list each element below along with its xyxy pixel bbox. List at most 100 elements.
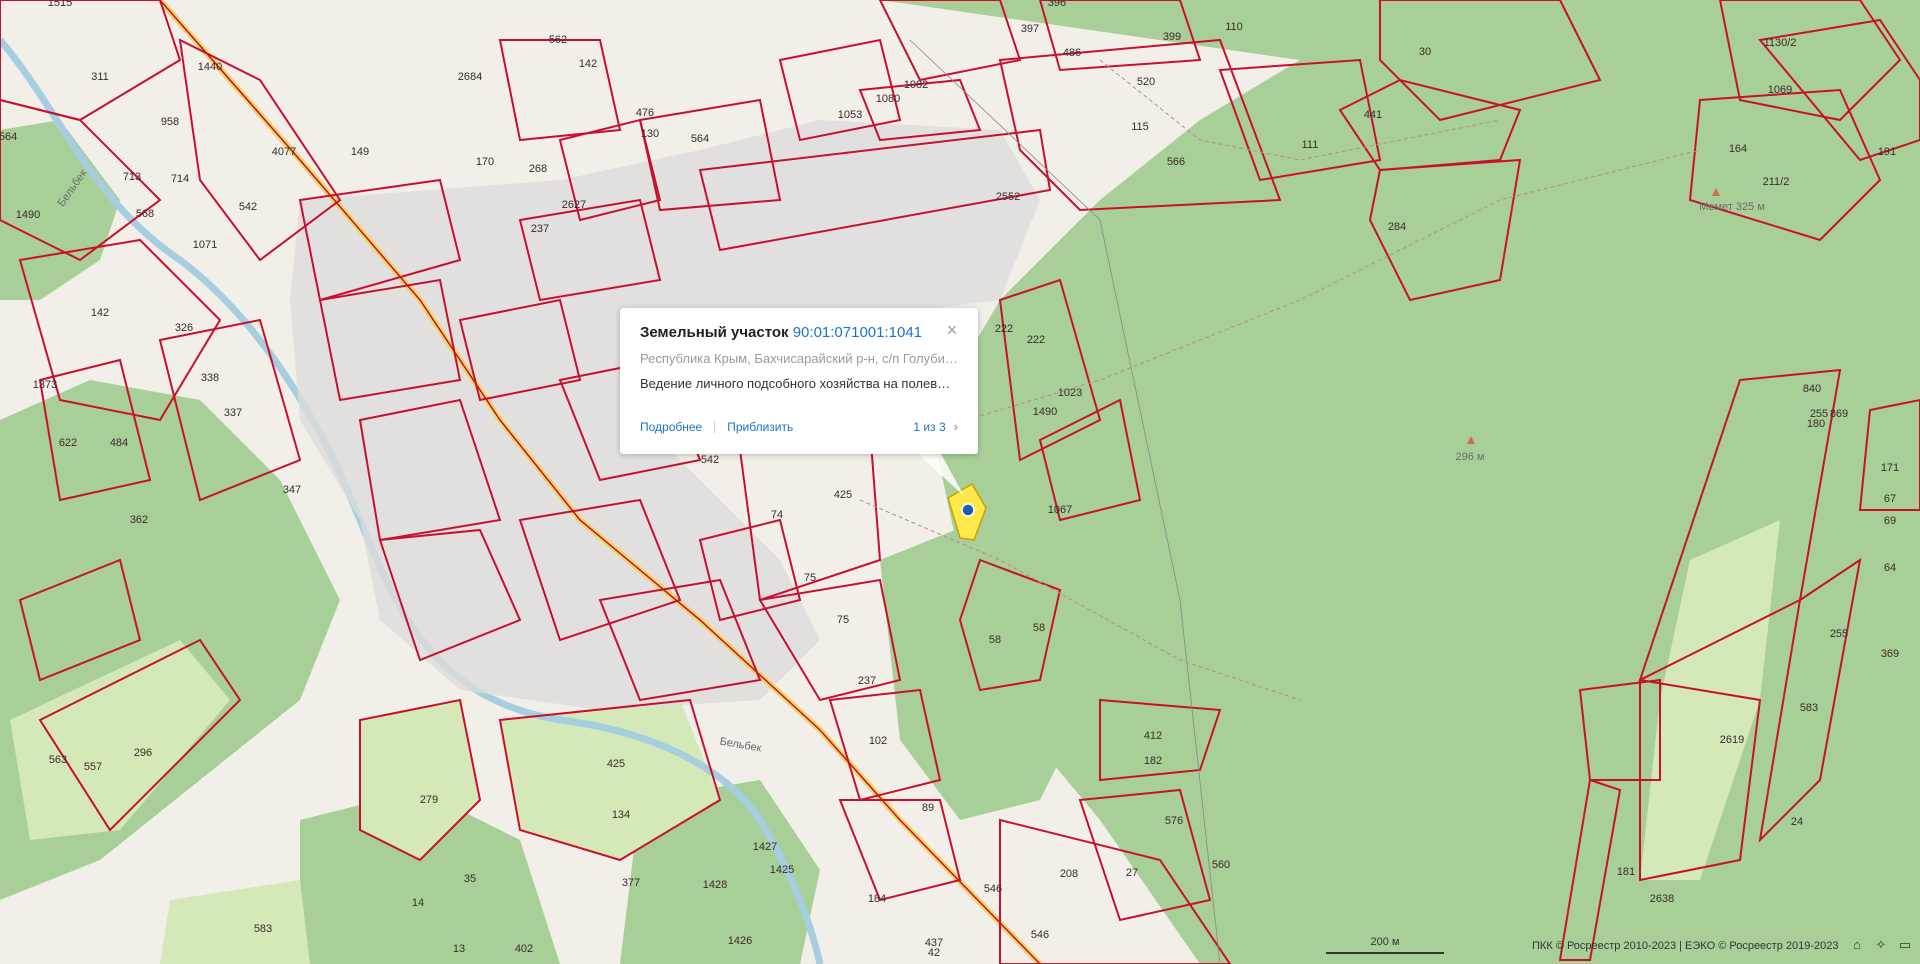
parcel-label: 171 xyxy=(1881,462,1899,474)
parcel-label: 1080 xyxy=(876,93,900,105)
parcel-label: 4077 xyxy=(272,146,296,158)
popup-pager[interactable]: 1 из 3 › xyxy=(913,419,958,434)
parcel-label: 520 xyxy=(1137,76,1155,88)
cadastral-map[interactable]: 1515 1440 311 958 713 714 542 568 1071 1490 564 407… xyxy=(0,0,1920,964)
parcel-label: 1490 xyxy=(1033,406,1057,418)
selected-parcel-marker[interactable] xyxy=(961,503,975,517)
parcel-label: 35 xyxy=(464,873,476,885)
parcel-label: 237 xyxy=(858,675,876,687)
parcel-label: 222 xyxy=(1027,334,1045,346)
parcel-label: 713 xyxy=(123,171,141,183)
parcel-label: 958 xyxy=(161,116,179,128)
close-icon[interactable]: × xyxy=(944,321,960,339)
parcel-label: 182 xyxy=(1144,755,1162,767)
parcel-label: 2619 xyxy=(1720,734,1744,746)
parcel-label: 237 xyxy=(531,223,549,235)
parcel-label: 425 xyxy=(834,489,852,501)
popup-usage: Ведение личного подсобного хозяйства на … xyxy=(640,376,958,391)
parcel-label: 1067 xyxy=(1048,504,1072,516)
parcel-label: 14 xyxy=(412,897,424,909)
parcel-label: 566 xyxy=(1167,156,1185,168)
parcel-label: 1425 xyxy=(770,864,794,876)
parcel-label: 396 xyxy=(1048,0,1066,9)
locate-icon[interactable]: ✧ xyxy=(1874,938,1888,952)
parcel-label: 1426 xyxy=(728,935,752,947)
parcel-label: 75 xyxy=(804,572,816,584)
footer-divider xyxy=(714,420,716,433)
parcel-label: 2627 xyxy=(562,199,586,211)
parcel-label: 840 xyxy=(1803,383,1821,395)
parcel-label: 563 xyxy=(49,754,67,766)
parcel-label: 1373 xyxy=(33,379,57,391)
parcel-label: 546 xyxy=(984,883,1002,895)
details-link[interactable]: Подробнее xyxy=(640,420,702,434)
parcel-label: 142 xyxy=(91,307,109,319)
parcel-label: 102 xyxy=(869,735,887,747)
parcel-label: 2684 xyxy=(458,71,482,83)
home-icon[interactable]: ⌂ xyxy=(1850,938,1864,952)
parcel-label: 69 xyxy=(1884,515,1896,527)
parcel-label: 75 xyxy=(837,614,849,626)
parcel-label: 110 xyxy=(1225,21,1243,33)
parcel-label: 338 xyxy=(201,372,219,384)
parcel-label: 476 xyxy=(636,107,654,119)
parcel-info-popup: Земельный участок 90:01:071001:1041 × Ре… xyxy=(620,308,978,454)
parcel-label: 130 xyxy=(641,128,659,140)
cadastral-number-link[interactable]: 90:01:071001:1041 xyxy=(793,324,922,341)
parcel-label: 191 xyxy=(1878,146,1896,158)
parcel-label: 622 xyxy=(59,437,77,449)
parcel-label: 268 xyxy=(529,163,547,175)
parcel-label: 564 xyxy=(691,133,709,145)
parcel-label: 211/2 xyxy=(1763,176,1790,188)
parcel-label: 30 xyxy=(1419,46,1431,58)
scale-label: 200 м xyxy=(1370,936,1400,948)
parcel-label: 24 xyxy=(1791,816,1803,828)
pager-label: 1 из 3 xyxy=(913,419,946,434)
parcel-label: 180 xyxy=(1807,418,1825,430)
parcel-label: 142 xyxy=(579,58,597,70)
layers-icon[interactable]: ▭ xyxy=(1898,938,1912,952)
parcel-label: 134 xyxy=(612,809,630,821)
parcel-label: 484 xyxy=(110,437,128,449)
parcel-label: 562 xyxy=(549,34,567,46)
parcel-label: 486 xyxy=(1063,47,1081,59)
parcel-label: 397 xyxy=(1021,23,1039,35)
parcel-label: 714 xyxy=(171,173,189,185)
parcel-label: 2638 xyxy=(1650,893,1674,905)
parcel-label: 1130/2 xyxy=(1764,37,1797,49)
map-attribution: ПКК © Росреестр 2010-2023 | ЕЭКО © Росре… xyxy=(1532,940,1839,952)
parcel-label: 402 xyxy=(515,943,533,955)
parcel-label: 1427 xyxy=(753,841,777,853)
parcel-label: 542 xyxy=(701,454,719,466)
parcel-label: 115 xyxy=(1131,121,1149,133)
parcel-label: 58 xyxy=(1033,622,1045,634)
parcel-label: 284 xyxy=(1388,221,1406,233)
parcel-label: 583 xyxy=(1800,702,1818,714)
parcel-label: 1071 xyxy=(193,239,217,251)
parcel-label: 583 xyxy=(254,923,272,935)
parcel-label: 1023 xyxy=(1058,387,1082,399)
parcel-label: 184 xyxy=(868,893,886,905)
parcel-label: 296 xyxy=(134,747,152,759)
popup-title: Земельный участок 90:01:071001:1041 xyxy=(640,324,958,341)
parcel-label: 377 xyxy=(622,877,640,889)
map-scale: 200 м xyxy=(1326,936,1444,956)
popup-type-label: Земельный участок xyxy=(640,324,789,341)
parcel-label: 425 xyxy=(607,758,625,770)
parcel-label: 1053 xyxy=(838,109,862,121)
parcel-label: 2552 xyxy=(996,191,1020,203)
scale-bar xyxy=(1326,952,1444,954)
parcel-label: 1515 xyxy=(48,0,72,9)
chevron-right-icon[interactable]: › xyxy=(954,419,958,434)
parcel-label: 441 xyxy=(1364,109,1382,121)
parcel-label: 412 xyxy=(1144,730,1162,742)
parcel-label: 27 xyxy=(1126,867,1138,879)
parcel-label: 279 xyxy=(420,794,438,806)
popup-footer: Подробнее Приблизить 1 из 3 › xyxy=(640,419,958,434)
parcel-label: 64 xyxy=(1884,562,1896,574)
parcel-label: 1069 xyxy=(1768,84,1792,96)
zoom-link[interactable]: Приблизить xyxy=(727,420,793,434)
parcel-label: 1440 xyxy=(198,61,222,73)
parcel-label: 164 xyxy=(1729,143,1747,155)
parcel-label: 89 xyxy=(922,802,934,814)
